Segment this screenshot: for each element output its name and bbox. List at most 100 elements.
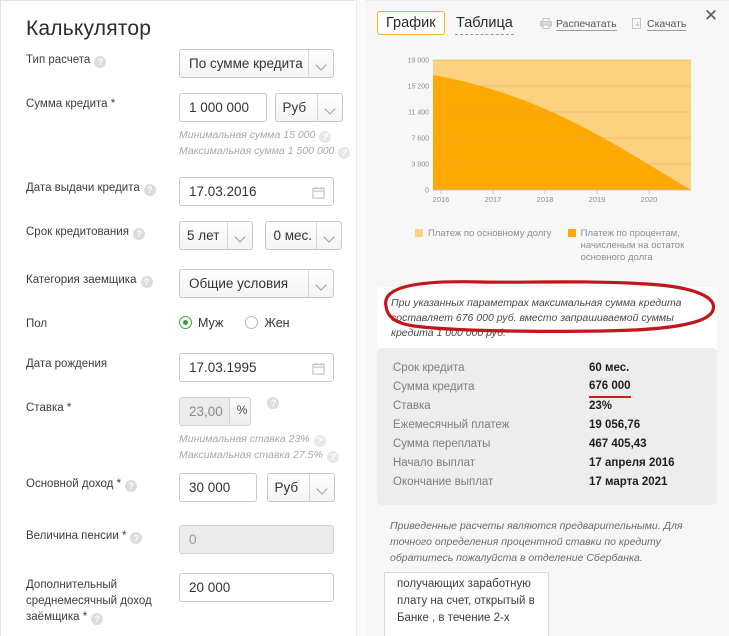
field-label: Ставка * bbox=[26, 402, 72, 414]
result-key: Окончание выплат bbox=[393, 476, 494, 488]
loan-term-years-select[interactable]: 5 лет bbox=[179, 221, 253, 250]
svg-text:11 400: 11 400 bbox=[408, 110, 429, 117]
max-rate-hint: Максимальная ставка 27.5%? bbox=[179, 449, 339, 463]
help-icon[interactable]: ? bbox=[319, 131, 332, 143]
help-icon[interactable]: ? bbox=[94, 56, 107, 68]
radio-label: Муж bbox=[198, 316, 224, 330]
main-income-input[interactable]: 30 000 bbox=[179, 473, 257, 502]
chevron-down-icon[interactable] bbox=[317, 94, 341, 121]
field-label: Дополнительный среднемесячный доход заём… bbox=[26, 579, 152, 625]
radio-dot-icon bbox=[245, 316, 259, 329]
chart-svg: 19 000 15 200 11 400 7 600 3 800 0 2016 bbox=[408, 58, 691, 204]
chevron-down-icon[interactable] bbox=[308, 50, 332, 77]
help-icon[interactable]: ? bbox=[143, 184, 156, 196]
download-icon bbox=[632, 18, 641, 29]
additional-income-input[interactable]: 20 000 bbox=[179, 573, 334, 602]
control-area: 17.03.2016 bbox=[179, 177, 334, 206]
close-icon[interactable]: ✕ bbox=[701, 6, 721, 26]
chart-legend: Платеж по основному долгу Платеж по проц… bbox=[415, 228, 720, 264]
help-icon[interactable]: ? bbox=[125, 480, 138, 492]
percent-unit-label: % bbox=[228, 398, 250, 424]
control-area: 1 000 000 Руб bbox=[179, 93, 344, 122]
tab-table[interactable]: Таблица bbox=[455, 12, 514, 35]
radio-gender-male[interactable]: Муж bbox=[179, 316, 223, 330]
print-link[interactable]: Распечатать bbox=[540, 18, 617, 31]
chevron-down-icon[interactable] bbox=[227, 222, 251, 249]
pension-amount-input[interactable]: 0 bbox=[179, 525, 334, 554]
payment-structure-chart: 19 000 15 200 11 400 7 600 3 800 0 2016 bbox=[395, 50, 729, 205]
help-icon[interactable]: ? bbox=[130, 532, 143, 544]
select-value: Руб bbox=[282, 100, 307, 115]
svg-text:2019: 2019 bbox=[589, 195, 606, 204]
result-key: Начало выплат bbox=[393, 457, 475, 469]
svg-text:2017: 2017 bbox=[485, 195, 502, 204]
help-icon[interactable]: ? bbox=[132, 228, 145, 240]
field-label: Дата выдачи кредита? bbox=[26, 181, 176, 196]
min-amount-hint: Минимальная сумма 15 000? bbox=[179, 129, 332, 143]
svg-text:2020: 2020 bbox=[641, 195, 658, 204]
calendar-icon[interactable] bbox=[312, 362, 325, 375]
field-label: Пол bbox=[26, 318, 48, 330]
result-key: Срок кредита bbox=[393, 362, 465, 374]
field-label: Основной доход *? bbox=[26, 477, 176, 492]
gender-radio-group: Муж Жен bbox=[179, 316, 312, 330]
field-label: Дата рождения bbox=[26, 358, 108, 370]
help-icon[interactable]: ? bbox=[267, 397, 280, 409]
birth-date-input[interactable]: 17.03.1995 bbox=[179, 353, 334, 382]
control-area: 0 bbox=[179, 525, 334, 554]
svg-text:3 800: 3 800 bbox=[411, 162, 429, 169]
field-label: Сумма кредита * bbox=[26, 98, 116, 110]
svg-text:7 600: 7 600 bbox=[411, 136, 429, 143]
result-row-amount: Сумма кредита 676 000 bbox=[377, 378, 717, 398]
print-label: Распечатать bbox=[556, 18, 617, 31]
chevron-down-icon[interactable] bbox=[309, 474, 333, 501]
download-link[interactable]: Скачать bbox=[632, 18, 687, 31]
issue-date-input[interactable]: 17.03.2016 bbox=[179, 177, 334, 206]
field-label: Величина пенсии *? bbox=[26, 529, 176, 544]
result-value: 17 апреля 2016 bbox=[589, 457, 675, 469]
tab-chart[interactable]: График bbox=[377, 11, 445, 35]
control-area: Общие условия bbox=[179, 269, 334, 298]
chevron-down-icon[interactable] bbox=[316, 222, 340, 249]
loan-term-months-select[interactable]: 0 мес. bbox=[265, 221, 343, 250]
legend-swatch bbox=[415, 229, 423, 237]
field-label: Тип расчета? bbox=[26, 53, 176, 68]
calculator-form-panel: Калькулятор Тип расчета? По сумме кредит… bbox=[0, 0, 355, 636]
help-icon[interactable]: ? bbox=[338, 147, 351, 159]
result-value: 17 марта 2021 bbox=[589, 476, 668, 488]
control-area: 17.03.1995 bbox=[179, 353, 334, 382]
result-key: Ежемесячный платеж bbox=[393, 419, 510, 431]
chevron-down-icon[interactable] bbox=[308, 270, 332, 297]
rate-input[interactable]: 23,00% bbox=[179, 397, 251, 426]
help-icon[interactable]: ? bbox=[91, 613, 104, 625]
svg-text:2016: 2016 bbox=[433, 195, 450, 204]
results-summary: Срок кредита 60 мес. Сумма кредита 676 0… bbox=[377, 348, 717, 505]
calendar-icon[interactable] bbox=[312, 186, 325, 199]
result-key: Сумма кредита bbox=[393, 381, 475, 393]
calculation-type-select[interactable]: По сумме кредита bbox=[179, 49, 334, 78]
loan-currency-select[interactable]: Руб bbox=[275, 93, 344, 122]
control-area: По сумме кредита bbox=[179, 49, 334, 78]
help-icon[interactable]: ? bbox=[140, 276, 153, 288]
min-rate-hint: Минимальная ставка 23%? bbox=[179, 433, 326, 447]
result-row-rate: Ставка 23% bbox=[377, 397, 717, 416]
legend-swatch bbox=[567, 229, 576, 237]
control-area: 5 лет 0 мес. bbox=[179, 221, 343, 250]
max-amount-hint: Максимальная сумма 1 500 000? bbox=[179, 145, 351, 159]
borrower-category-select[interactable]: Общие условия bbox=[179, 269, 334, 298]
main-income-currency-select[interactable]: Руб bbox=[267, 473, 336, 502]
help-icon[interactable]: ? bbox=[313, 435, 326, 447]
radio-gender-female[interactable]: Жен bbox=[245, 316, 290, 330]
svg-text:0: 0 bbox=[425, 188, 429, 195]
field-label: Категория заемщика? bbox=[26, 273, 176, 288]
disclaimer-text: Приведенные расчеты являются предварител… bbox=[390, 520, 683, 564]
select-value: По сумме кредита bbox=[189, 56, 303, 71]
select-value: Общие условия bbox=[189, 276, 289, 291]
loan-amount-input[interactable]: 1 000 000 bbox=[179, 93, 267, 122]
control-area: 20 000 bbox=[179, 573, 334, 602]
result-row-term: Срок кредита 60 мес. bbox=[377, 359, 717, 378]
help-icon[interactable]: ? bbox=[326, 451, 339, 463]
form-scrollbar[interactable] bbox=[356, 0, 365, 636]
download-label: Скачать bbox=[647, 18, 687, 31]
radio-label: Жен bbox=[264, 316, 290, 330]
